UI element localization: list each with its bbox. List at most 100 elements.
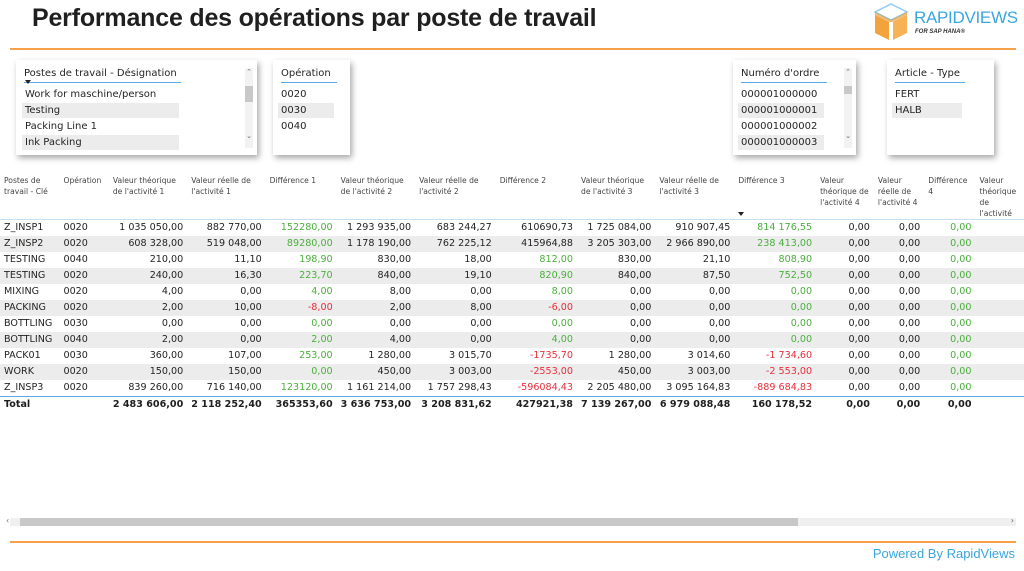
table-cell: 814 176,55 [757,222,813,233]
column-header[interactable]: Différence 2 [495,168,577,220]
table-cell: 1 757 298,43 [427,382,492,393]
table-cell: 0,00 [655,300,735,316]
scroll-up-icon[interactable]: ⌃ [245,68,253,76]
table-cell [976,316,1024,332]
slicer-item[interactable]: 0020 [278,87,334,102]
table-cell: 762 225,12 [415,236,496,252]
footer-divider [10,541,1016,543]
article-type-slicer-header[interactable]: Article - Type [895,68,965,83]
column-header[interactable]: Valeur théorique de l'activité 1 [108,168,188,220]
table-cell: 1 161 214,00 [346,382,412,393]
slicer-item[interactable]: Testing [22,103,179,118]
table-row[interactable]: BOTTLING 0040 2,00 0,00 2,00 4,00 0,00 4,00 0,00… [0,332,1024,348]
table-cell: 1 725 084,00 [587,222,652,233]
table-cell: 0,00 [950,286,972,297]
slicer-item[interactable]: HALB [892,103,962,118]
table-cell: TESTING [0,268,60,284]
table-cell: 0,00 [898,382,921,393]
logo-subtext: FOR SAP HANA® [915,29,965,35]
column-header-label: Différence 2 [499,176,547,185]
slicer-item[interactable]: 0030 [278,103,334,118]
column-header[interactable]: Valeur réelle de l'activité 2 [415,168,496,220]
slicer-item[interactable]: Ink Packing [22,135,179,150]
table-cell: BOTTLING [4,318,53,329]
slicer-item[interactable]: 0040 [278,119,334,134]
article-type-slicer[interactable]: Article - Type FERT HALB [887,60,994,155]
table-cell: 16,30 [187,268,266,284]
table-cell: PACKING [0,300,60,316]
table-total-row: Total 2 483 606,00 2 118 252,40 365353,60 3 … [0,396,1024,414]
column-header[interactable]: Différence 4 [924,168,976,220]
slicer-item[interactable]: Packing Line 1 [22,119,179,134]
column-header[interactable]: Postes de travail - Clé [0,168,60,220]
table-row[interactable]: WORK 0020 150,00 150,00 0,00 450,00 3 003,00 -2… [0,364,1024,380]
table-cell: 2,00 [108,300,188,316]
column-header[interactable]: Valeur théorique de l'activité 2 [336,168,416,220]
table-cell: 21,10 [702,254,731,265]
column-header[interactable]: Valeur réelle de l'activité 1 [187,168,266,220]
table-row[interactable]: Z_INSP2 0020 608 328,00 519 048,00 89280,00 1… [0,236,1024,252]
table-cell: 820,90 [495,268,577,284]
table-row[interactable]: PACKING 0020 2,00 10,00 -8,00 2,00 8,00 -6,00 0,… [0,300,1024,316]
table-cell: 1 280,00 [608,350,652,361]
scroll-up-icon[interactable]: ⌃ [844,68,852,76]
column-header-label: Différence 4 [928,176,968,196]
table-cell: 4,00 [161,286,184,297]
order-slicer-header[interactable]: Numéro d'ordre [741,68,827,83]
column-header[interactable]: Valeur théorique de l'activité 4 [816,168,874,220]
order-slicer-scrollbar[interactable]: ⌃ ⌄ [844,68,852,148]
table-row[interactable]: BOTTLING 0030 0,00 0,00 0,00 0,00 0,00 0,00 0,00… [0,316,1024,332]
table-row[interactable]: TESTING 0020 240,00 16,30 223,70 840,00 19,10 8… [0,268,1024,284]
operation-slicer[interactable]: Opération 0020 0030 0040 [273,60,350,155]
table-cell: 450,00 [336,364,416,380]
slicer-item[interactable]: 000001000001 [738,103,824,118]
total-cell [975,396,1024,414]
total-cell: 7 139 267,00 [577,396,656,414]
table-row[interactable]: PACK01 0030 360,00 107,00 253,00 1 280,00 3 01… [0,348,1024,364]
table-cell: -2 553,00 [734,364,817,380]
column-header-label: Valeur théorique de l'activité 4 [820,176,869,207]
slicer-item[interactable]: 000001000000 [738,87,824,102]
scroll-right-icon[interactable]: › [1011,516,1014,525]
table-cell: 0,00 [816,300,874,316]
workcenter-slicer-header[interactable]: Postes de travail - Désignation [24,68,181,83]
order-slicer[interactable]: Numéro d'ordre 000001000000 000001000001… [733,60,856,155]
table-row[interactable]: TESTING 0040 210,00 11,10 198,90 830,00 18,00 8… [0,252,1024,268]
workcenter-slicer[interactable]: Postes de travail - Désignation Work for… [16,60,257,155]
slicer-item[interactable]: Work for maschine/person [22,87,179,102]
column-header[interactable]: Différence 3 [734,168,817,220]
column-header-label: Valeur réelle de l'activité 1 [191,176,251,196]
slicer-item[interactable]: 000001000003 [738,135,824,150]
table-cell: 0020 [59,268,109,284]
total-cell: 2 118 252,40 [187,396,266,414]
column-header[interactable]: Valeur réelle de l'activité 4 [873,168,925,220]
table-cell [976,348,1024,364]
column-header[interactable]: Valeur théorique de l'activité [975,168,1024,220]
table-row[interactable]: MIXING 0020 4,00 0,00 4,00 8,00 0,00 8,00 0,00 0,… [0,284,1024,300]
scrollbar-thumb[interactable] [844,86,852,94]
slicer-item[interactable]: 000001000002 [738,119,824,134]
column-header[interactable]: Différence 1 [265,168,337,220]
operations-table[interactable]: Postes de travail - Clé Opération Valeur t… [0,168,1024,528]
table-cell: 0,00 [655,332,735,348]
table-row[interactable]: Z_INSP1 0020 1 035 050,00 882 770,00 152280,… [0,220,1024,237]
scroll-left-icon[interactable]: ‹ [6,516,9,525]
column-header[interactable]: Opération [59,168,109,220]
scroll-down-icon[interactable]: ⌄ [245,132,253,140]
table-cell: 0020 [63,286,88,297]
column-header[interactable]: Valeur réelle de l'activité 3 [655,168,735,220]
table-cell: 0,00 [873,268,925,284]
table-cell: 0,00 [240,318,262,329]
scrollbar-thumb[interactable] [20,518,798,526]
table-cell: 415964,88 [495,236,577,252]
scroll-down-icon[interactable]: ⌄ [844,132,852,140]
table-row[interactable]: Z_INSP3 0020 839 260,00 716 140,00 123120,00… [0,380,1024,397]
table-horizontal-scrollbar[interactable]: ‹ › [6,516,1016,526]
scrollbar-thumb[interactable] [245,86,253,102]
table-cell: -8,00 [265,300,337,316]
table-cell: 8,00 [389,286,412,297]
column-header[interactable]: Valeur théorique de l'activité 3 [577,168,656,220]
workcenter-slicer-scrollbar[interactable]: ⌃ ⌄ [245,68,253,148]
slicer-item[interactable]: FERT [892,87,962,102]
operation-slicer-header[interactable]: Opération [281,68,337,83]
